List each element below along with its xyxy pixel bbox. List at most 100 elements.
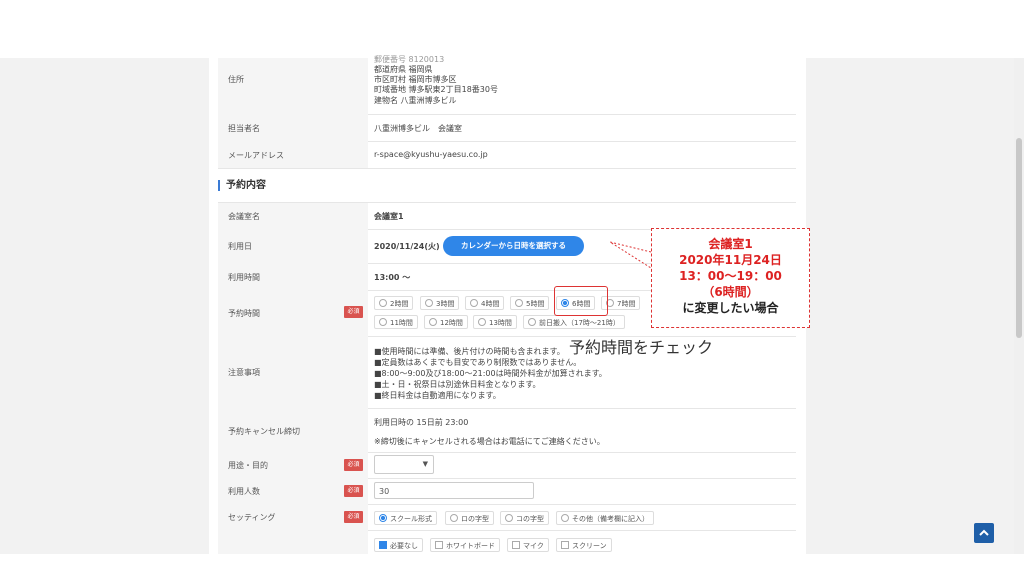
email-label: メールアドレス [228,151,284,160]
address-label: 住所 [228,75,244,84]
notes-line: ■使用時間には準備、後片付けの時間も含まれます。 [374,347,565,356]
label-cell: 住所 [218,58,368,114]
setting-option-ro[interactable]: ロの字型 [445,511,494,525]
checkbox-icon [435,541,443,549]
equipment-option-none[interactable]: 必要なし [374,538,423,552]
duration-option-12h[interactable]: 12時間 [424,315,468,329]
option-label: スクール形式 [390,515,432,523]
option-label: その他（備考欄に記入） [572,515,649,523]
notes-line: ■土・日・祝祭日は別途休日料金となります。 [374,380,541,389]
people-label: 利用人数 [228,487,260,496]
time-label: 利用時間 [228,273,260,282]
row-room: 会議室名 会議室1 [218,202,796,230]
back-to-top-button[interactable] [974,523,994,543]
cancel-deadline: 利用日時の 15日前 23:00 [374,418,469,427]
annotation-callout: 会議室1 2020年11月24日 13：00～19：00 （6時間） に変更した… [651,228,810,328]
email-value: r-space@kyushu-yaesu.co.jp [374,150,488,159]
notes-line: ■定員数はあくまでも目安であり制限数ではありません。 [374,358,582,367]
radio-icon [450,514,458,522]
label-cell: 利用日 [218,228,368,263]
cancel-note: ※締切後にキャンセルされる場合はお電話にてご連絡ください。 [374,437,605,446]
setting-option-school[interactable]: スクール形式 [374,511,437,525]
option-label: 11時間 [390,319,413,327]
purpose-label: 用途・目的 [228,461,268,470]
notes-line: ■8:00～9:00及び18:00～21:00は時間外料金が加算されます。 [374,369,607,378]
caret-down-icon: ▼ [422,460,428,468]
checkbox-checked-icon [379,541,387,549]
annotation-note: 予約時間をチェック [569,338,714,357]
purpose-select[interactable]: ▼ [374,455,434,474]
section-title: 予約内容 [218,180,266,191]
checkbox-icon [512,541,520,549]
radio-icon [425,299,433,307]
option-label: 前日搬入（17時～21時） [539,319,620,327]
label-cell: 利用人数 必須 [218,478,368,504]
required-badge: 必須 [344,511,363,523]
cancel-label: 予約キャンセル締切 [228,427,300,436]
date-label: 利用日 [228,242,252,251]
label-cell: 予約キャンセル締切 [218,408,368,452]
option-label: 7時間 [617,300,636,308]
radio-icon [478,318,486,326]
scrollbar-thumb[interactable] [1016,138,1022,338]
callout-line: （6時間） [702,285,759,299]
radio-icon [470,299,478,307]
option-label: ロの字型 [461,515,489,523]
top-band [0,0,1024,58]
date-value: 2020/11/24(火) [374,242,440,251]
equipment-option-screen[interactable]: スクリーン [556,538,612,552]
setting-option-ko[interactable]: コの字型 [500,511,549,525]
radio-icon [429,318,437,326]
checkbox-icon [561,541,569,549]
option-label: コの字型 [516,515,544,523]
radio-icon [561,514,569,522]
label-cell: 担当者名 [218,114,368,141]
duration-option-13h[interactable]: 13時間 [473,315,517,329]
option-label: 5時間 [526,300,545,308]
radio-selected-icon [379,514,387,522]
option-label: ホワイトボード [446,542,495,550]
radio-icon [379,318,387,326]
label-cell: メールアドレス [218,141,368,168]
duration-label: 予約時間 [228,309,260,318]
row-address: 住所 郵便番号 8120013 都道府県 福岡県 市区町村 福岡市博多区 町域番… [218,55,796,115]
room-label: 会議室名 [228,212,260,221]
radio-icon [379,299,387,307]
option-label: 3時間 [436,300,455,308]
highlight-6h-box [554,286,608,316]
people-input[interactable]: 30 [374,482,534,499]
label-cell: 会議室名 [218,203,368,229]
radio-icon [515,299,523,307]
option-label: スクリーン [572,542,607,550]
label-cell: 利用時間 [218,263,368,290]
option-label: 4時間 [481,300,500,308]
callout-line: 13：00～19：00 [679,269,782,283]
option-label: 12時間 [440,319,463,327]
callout-line: 2020年11月24日 [679,253,782,267]
room-value: 会議室1 [374,212,404,221]
contact-label: 担当者名 [228,124,260,133]
duration-option-pre-day[interactable]: 前日搬入（17時～21時） [523,315,625,329]
label-cell [218,530,368,556]
equipment-option-mic[interactable]: マイク [507,538,549,552]
required-badge: 必須 [344,485,363,497]
duration-option-11h[interactable]: 11時間 [374,315,418,329]
setting-option-other[interactable]: その他（備考欄に記入） [556,511,654,525]
notes-label: 注意事項 [228,368,260,377]
option-label: 13時間 [489,319,512,327]
option-label: マイク [523,542,544,550]
duration-option-2h[interactable]: 2時間 [374,296,414,310]
equipment-option-whiteboard[interactable]: ホワイトボード [430,538,500,552]
row-contact: 担当者名 八重洲博多ビル 会議室 [218,114,796,142]
radio-icon [505,514,513,522]
notes-line: ■終日料金は自動適用になります。 [374,391,501,400]
row-email: メールアドレス r-space@kyushu-yaesu.co.jp [218,141,796,169]
label-cell: 注意事項 [218,336,368,408]
duration-option-3h[interactable]: 3時間 [420,296,460,310]
duration-option-5h[interactable]: 5時間 [510,296,550,310]
label-cell: 予約時間 必須 [218,290,368,336]
callout-line: 会議室1 [708,237,753,251]
calendar-select-button[interactable]: カレンダーから日時を選択する [443,236,584,256]
address-line: 町域番地 博多駅東2丁目18番30号 [374,85,498,94]
duration-option-4h[interactable]: 4時間 [465,296,505,310]
